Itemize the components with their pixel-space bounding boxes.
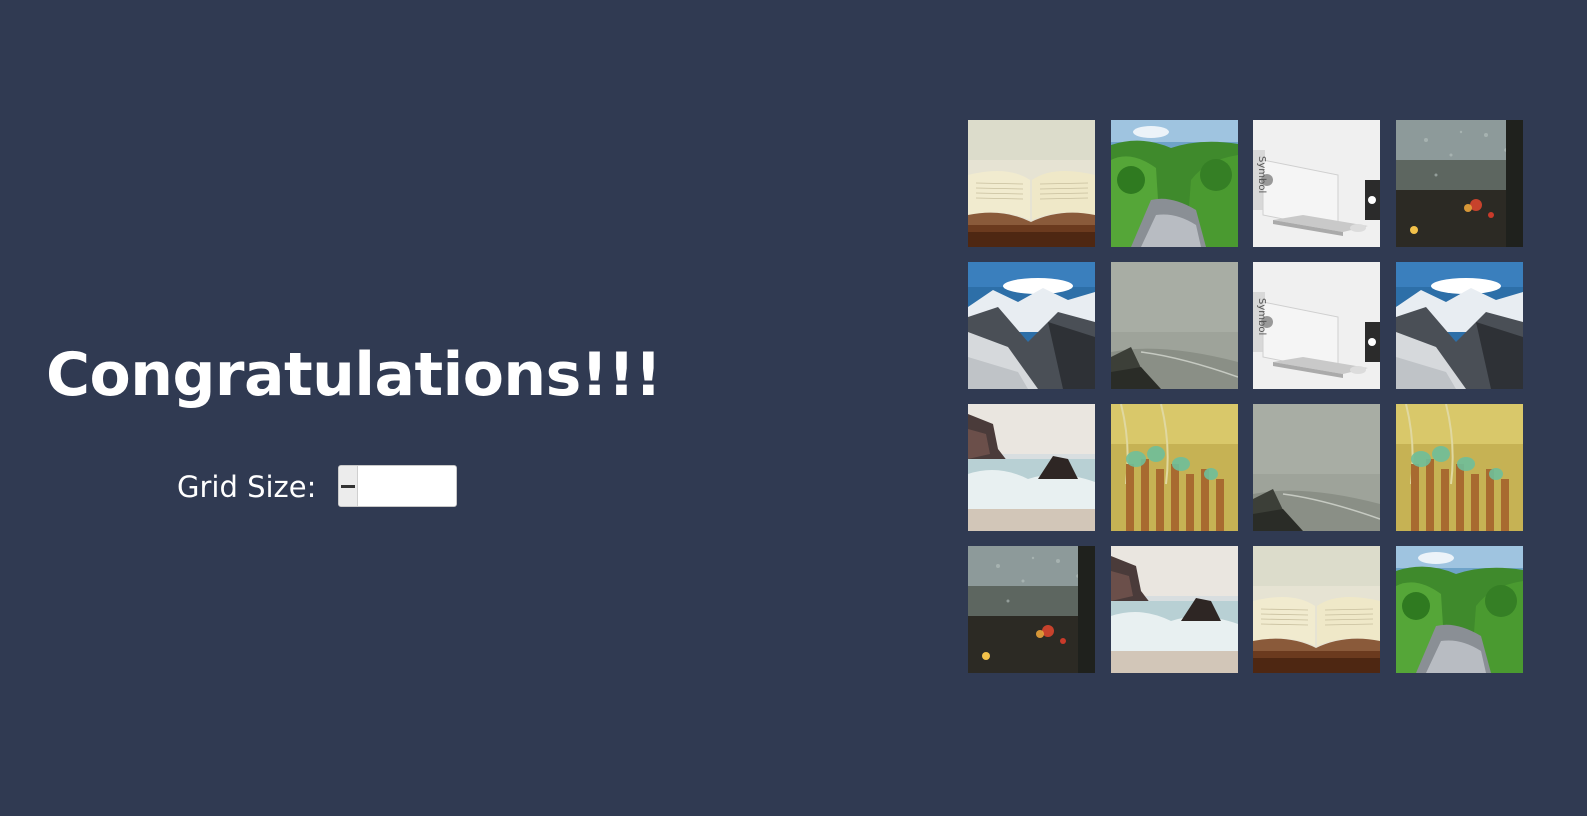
tile-snowy-mountains[interactable] xyxy=(1396,262,1524,389)
rainy-window-image xyxy=(1396,120,1524,247)
tile-forest-river[interactable] xyxy=(1396,546,1524,673)
svg-text:Symbol: Symbol xyxy=(1256,298,1267,335)
tile-book[interactable] xyxy=(968,120,1095,247)
tile-rainy-window[interactable] xyxy=(1396,120,1524,247)
tile-sea-rocks[interactable] xyxy=(1110,546,1238,673)
laptop-image: Symbol xyxy=(1253,120,1381,247)
snowy-mountains-image xyxy=(1396,262,1524,389)
grid-size-input[interactable] xyxy=(358,466,456,506)
tile-snowy-mountains[interactable] xyxy=(968,262,1095,389)
garden-chairs-image xyxy=(1110,404,1238,531)
tile-laptop[interactable]: Symbol xyxy=(1253,120,1381,247)
tile-sea-rocks[interactable] xyxy=(968,404,1095,531)
grid-size-stepper xyxy=(338,465,457,507)
sea-rocks-image xyxy=(968,404,1095,531)
tile-laptop[interactable]: Symbol xyxy=(1253,262,1381,389)
svg-text:Symbol: Symbol xyxy=(1256,156,1267,193)
tile-foggy-coast[interactable] xyxy=(1110,262,1238,389)
laptop-image: Symbol xyxy=(1253,262,1381,389)
tile-foggy-coast[interactable] xyxy=(1253,404,1381,531)
sea-rocks-image xyxy=(1110,546,1238,673)
foggy-coast-image xyxy=(1110,262,1238,389)
tile-garden-chairs[interactable] xyxy=(1396,404,1524,531)
tile-book[interactable] xyxy=(1253,546,1381,673)
rainy-window-image xyxy=(968,546,1095,673)
minus-icon xyxy=(341,485,355,488)
forest-river-image xyxy=(1396,546,1524,673)
forest-river-image xyxy=(1110,120,1238,247)
tile-garden-chairs[interactable] xyxy=(1110,404,1238,531)
book-image xyxy=(1253,546,1381,673)
book-image xyxy=(968,120,1095,247)
decrement-button[interactable] xyxy=(339,466,358,506)
grid-size-label: Grid Size: xyxy=(177,470,317,504)
foggy-coast-image xyxy=(1253,404,1381,531)
tile-forest-river[interactable] xyxy=(1110,120,1238,247)
snowy-mountains-image xyxy=(968,262,1095,389)
tile-rainy-window[interactable] xyxy=(968,546,1095,673)
congratulations-heading: Congratulations!!! xyxy=(46,340,662,410)
memory-board: Symbol Symbol xyxy=(968,120,1524,673)
garden-chairs-image xyxy=(1396,404,1524,531)
